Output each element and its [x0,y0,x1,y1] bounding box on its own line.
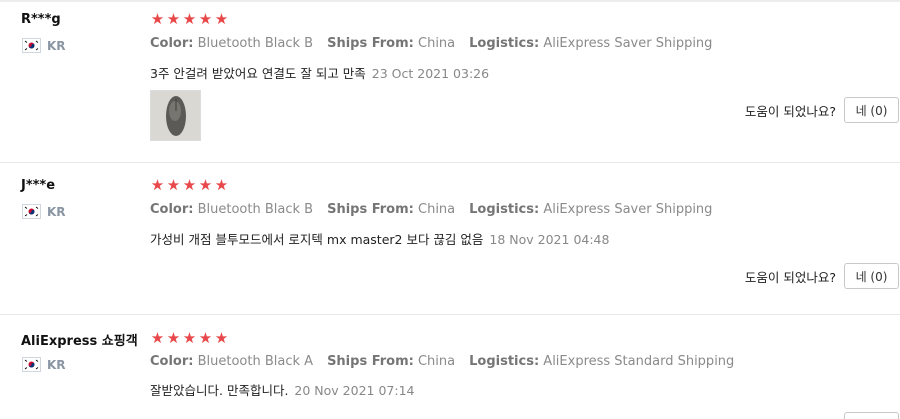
helpful-yes-button[interactable]: 네 (0) [844,263,899,289]
logistics-label: Logistics: [469,36,540,51]
reviewer-country: KR [22,357,66,372]
review-divider [0,314,900,315]
ships-from-label: Ships From: [327,202,414,217]
country-code: KR [47,357,66,372]
review-text: 가성비 개점 블투모드에서 로지텍 mx master2 보다 끊김 없음 [150,232,484,247]
country-code: KR [47,38,66,53]
star-icon: ★ [166,10,181,28]
reviewer-name: AliExpress 쇼핑객 [21,334,138,349]
kr-flag-icon [22,38,41,53]
top-border [0,0,900,2]
star-icon: ★ [166,329,181,347]
logistics-label: Logistics: [469,354,540,369]
review-content: 3주 안걸려 받았어요 연결도 잘 되고 만족 23 Oct 2021 03:26 [150,63,489,82]
review-date: 18 Nov 2021 04:48 [489,232,610,247]
logistics-value: AliExpress Standard Shipping [543,354,735,369]
order-info: Color: Bluetooth Black A Ships From: Chi… [150,354,734,369]
review-date: 20 Nov 2021 07:14 [294,383,415,398]
ships-from-label: Ships From: [327,354,414,369]
star-icon: ★ [214,329,229,347]
ships-from-value: China [418,202,456,217]
star-icon: ★ [198,176,213,194]
review-text: 3주 안걸려 받았어요 연결도 잘 되고 만족 [150,66,366,81]
color-label: Color: [150,36,194,51]
ships-from-value: China [418,36,456,51]
review-content: 가성비 개점 블투모드에서 로지텍 mx master2 보다 끊김 없음 18 … [150,229,609,248]
kr-flag-icon [22,357,41,372]
reviewer-name: R***g [21,12,61,27]
color-value: Bluetooth Black B [197,202,314,217]
helpful-section: 도움이 되었나요? 네 (0) [745,263,900,289]
logistics-value: AliExpress Saver Shipping [543,202,713,217]
kr-flag-icon [22,204,41,219]
review-photo[interactable] [150,90,201,141]
reviewer-country: KR [22,204,66,219]
helpful-yes-button[interactable]: 네 (0) [844,97,899,123]
color-value: Bluetooth Black B [197,36,314,51]
star-icon: ★ [150,10,165,28]
star-icon: ★ [198,329,213,347]
star-icon: ★ [166,176,181,194]
logistics-label: Logistics: [469,202,540,217]
ships-from-label: Ships From: [327,36,414,51]
review-date: 23 Oct 2021 03:26 [371,66,490,81]
helpful-question: 도움이 되었나요? [744,269,836,285]
country-code: KR [47,204,66,219]
reviewer-name: J***e [21,178,56,193]
color-label: Color: [150,354,194,369]
star-icon: ★ [182,10,197,28]
color-value: Bluetooth Black A [197,354,314,369]
order-info: Color: Bluetooth Black B Ships From: Chi… [150,202,712,217]
logistics-value: AliExpress Saver Shipping [543,36,713,51]
review-text: 잘받았습니다. 만족합니다. [150,383,289,398]
review-divider [0,162,900,163]
ships-from-value: China [417,354,456,369]
star-icon: ★ [198,10,213,28]
helpful-section: 도움이 되었나요? 네 (0) [745,97,900,123]
star-icon: ★ [214,10,229,28]
star-icon: ★ [150,329,165,347]
rating-stars: ★ ★ ★ ★ ★ [150,331,229,346]
helpful-question: 도움이 되었나요? [744,103,836,119]
color-label: Color: [150,202,194,217]
reviewer-country: KR [22,38,66,53]
order-info: Color: Bluetooth Black B Ships From: Chi… [150,36,712,51]
star-icon: ★ [182,329,197,347]
review-content: 잘받았습니다. 만족합니다. 20 Nov 2021 07:14 [150,380,414,399]
helpful-yes-button[interactable] [844,412,899,419]
star-icon: ★ [150,176,165,194]
rating-stars: ★ ★ ★ ★ ★ [150,178,229,193]
star-icon: ★ [182,176,197,194]
rating-stars: ★ ★ ★ ★ ★ [150,12,229,27]
star-icon: ★ [214,176,229,194]
